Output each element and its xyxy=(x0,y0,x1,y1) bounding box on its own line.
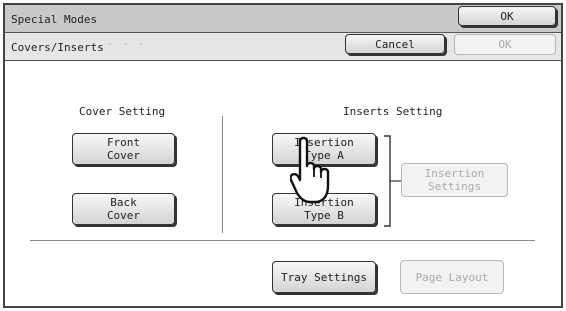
decorative-dots: · · · · xyxy=(92,40,147,49)
front-cover-button[interactable]: Front Cover xyxy=(72,133,175,165)
back-cover-button[interactable]: Back Cover xyxy=(72,193,175,225)
footer-divider xyxy=(30,240,535,241)
insertion-settings-button[interactable]: Insertion Settings xyxy=(401,163,508,197)
special-modes-ok-button[interactable]: OK xyxy=(458,6,556,26)
covers-inserts-ok-button[interactable]: OK xyxy=(454,34,556,55)
cover-setting-heading: Cover Setting xyxy=(79,105,166,118)
cancel-button[interactable]: Cancel xyxy=(345,34,445,54)
hand-pointer-icon xyxy=(290,136,330,204)
inserts-setting-heading: Inserts Setting xyxy=(343,105,443,118)
tray-settings-button[interactable]: Tray Settings xyxy=(272,261,376,293)
section-divider xyxy=(222,116,223,233)
screen-title: Covers/Inserts xyxy=(11,41,104,54)
page-layout-button[interactable]: Page Layout xyxy=(400,260,504,294)
window-title: Special Modes xyxy=(11,13,98,26)
